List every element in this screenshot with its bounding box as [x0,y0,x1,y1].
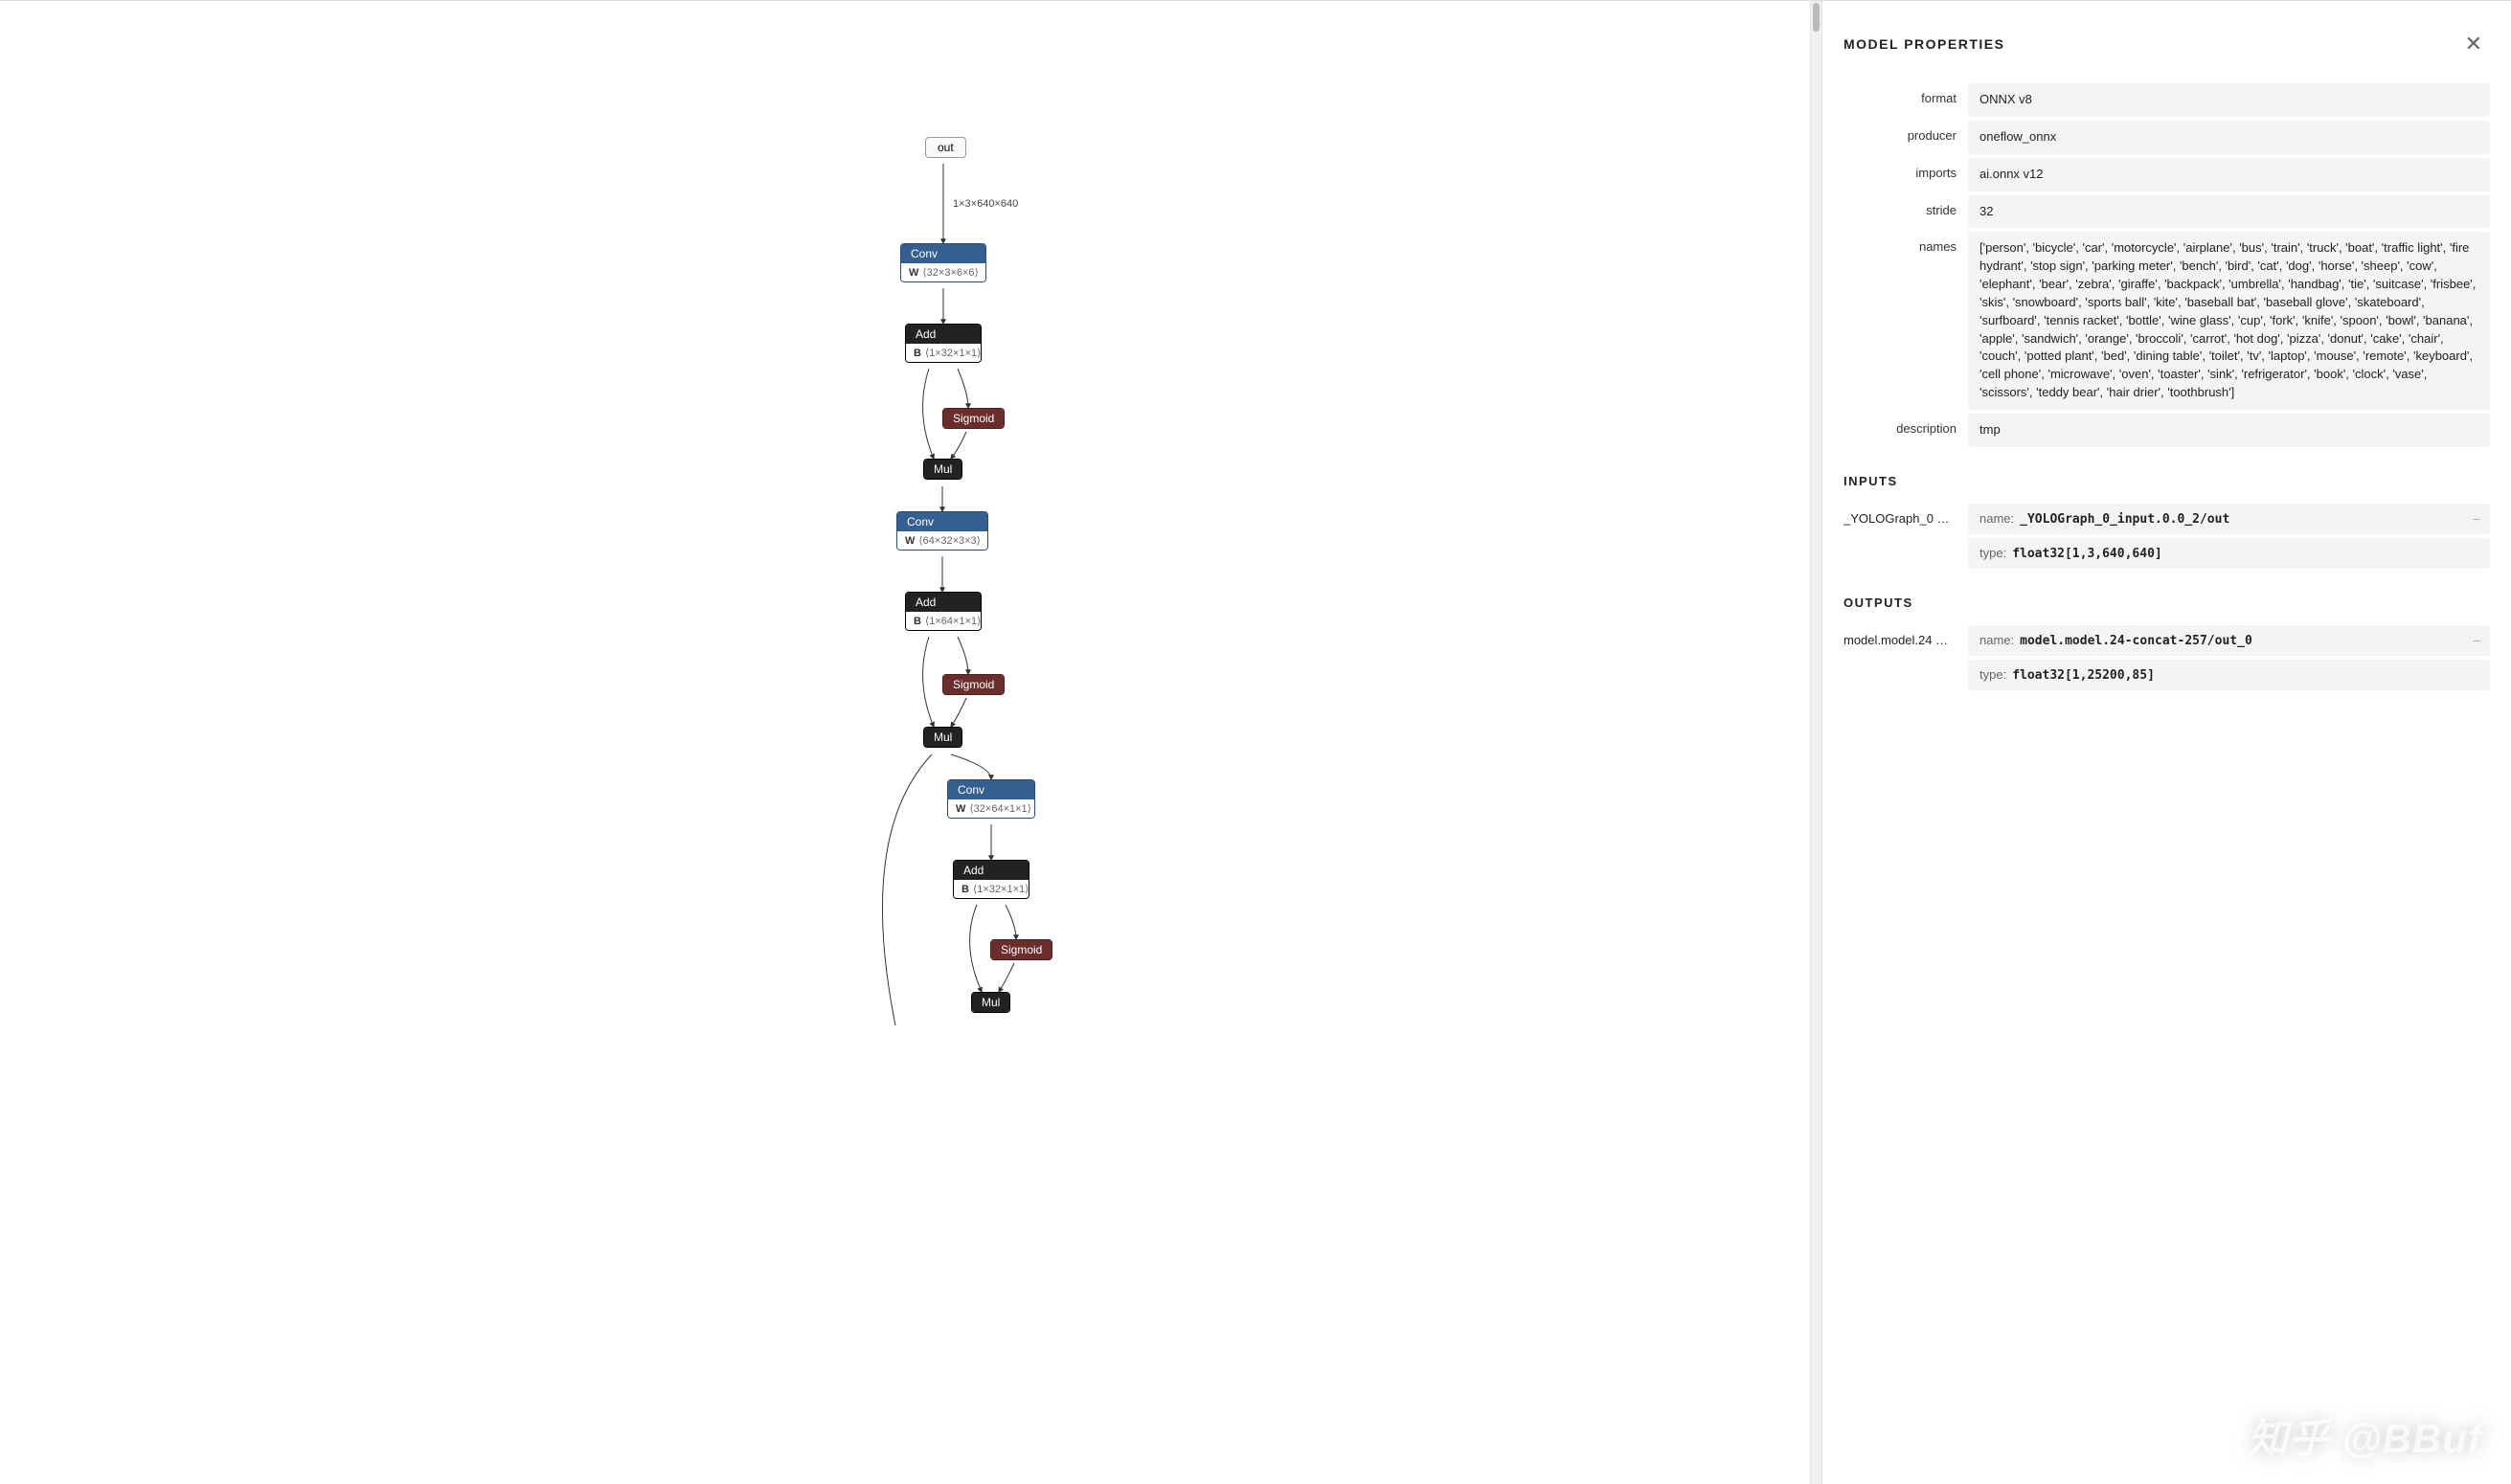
input-node-out[interactable]: out [925,137,966,158]
property-value: ['person', 'bicycle', 'car', 'motorcycle… [1968,232,2490,410]
property-row-format: format ONNX v8 [1844,83,2490,117]
property-label: stride [1844,195,1968,229]
input-type-row: type:float32[1,3,640,640] [1844,538,2490,569]
mul-node-1[interactable]: Mul [923,459,962,480]
property-row-names: names ['person', 'bicycle', 'car', 'moto… [1844,232,2490,410]
property-row-producer: producer oneflow_onnx [1844,121,2490,154]
collapse-icon[interactable]: − [2473,633,2480,648]
panel-header: MODEL PROPERTIES ✕ [1844,28,2490,60]
add-node-2[interactable]: Add B⟨1×64×1×1⟩ [905,592,982,631]
input-type-value: type:float32[1,3,640,640] [1968,538,2490,569]
property-value: ONNX v8 [1968,83,2490,117]
output-type-row: type:float32[1,25200,85] [1844,660,2490,690]
node-params: W⟨32×3×6×6⟩ [901,263,985,281]
node-title: Mul [924,728,961,747]
property-value: tmp [1968,414,2490,447]
panel-title: MODEL PROPERTIES [1844,36,2004,52]
output-type-value: type:float32[1,25200,85] [1968,660,2490,690]
node-title: Conv [897,512,987,531]
node-params: B⟨1×32×1×1⟩ [906,344,981,362]
sigmoid-node-2[interactable]: Sigmoid [942,674,1005,695]
collapse-icon[interactable]: − [2473,511,2480,527]
input-label: _YOLOGraph_0 … [1844,504,1968,534]
node-title: Add [906,325,981,344]
node-title: Sigmoid [943,675,1004,694]
node-title: Add [906,593,981,612]
sigmoid-node-1[interactable]: Sigmoid [942,408,1005,429]
node-params: W⟨64×32×3×3⟩ [897,531,987,550]
close-button[interactable]: ✕ [2457,28,2490,60]
property-label: imports [1844,158,1968,191]
sigmoid-node-3[interactable]: Sigmoid [990,939,1052,960]
node-title: Mul [924,460,961,479]
node-title: Conv [901,244,985,263]
properties-panel: MODEL PROPERTIES ✕ format ONNX v8 produc… [1821,1,2511,1484]
property-row-imports: imports ai.onnx v12 [1844,158,2490,191]
property-label: description [1844,414,1968,447]
node-params: B⟨1×32×1×1⟩ [954,880,1029,898]
input-name-value[interactable]: name:_YOLOGraph_0_input.0.0_2/out − [1968,504,2490,534]
node-title: Conv [948,780,1034,799]
out-node-label: out [938,141,954,154]
property-value: oneflow_onnx [1968,121,2490,154]
edge-tensor-shape: 1×3×640×640 [953,198,1018,210]
inputs-section-title: INPUTS [1844,474,2490,488]
property-value: 32 [1968,195,2490,229]
output-name-value[interactable]: name:model.model.24-concat-257/out_0 − [1968,625,2490,656]
conv-node-2[interactable]: Conv W⟨64×32×3×3⟩ [896,511,988,551]
property-value: ai.onnx v12 [1968,158,2490,191]
property-row-description: description tmp [1844,414,2490,447]
graph-canvas[interactable]: out 1×3×640×640 Conv W⟨32×3×6×6⟩ Add B⟨1… [0,1,1810,1484]
model-graph: out 1×3×640×640 Conv W⟨32×3×6×6⟩ Add B⟨1… [474,1,1336,1054]
node-title: Sigmoid [943,409,1004,428]
property-label: names [1844,232,1968,410]
property-label: format [1844,83,1968,117]
output-row: model.model.24 … name:model.model.24-con… [1844,625,2490,656]
add-node-1[interactable]: Add B⟨1×32×1×1⟩ [905,324,982,363]
property-label: producer [1844,121,1968,154]
conv-node-1[interactable]: Conv W⟨32×3×6×6⟩ [900,243,986,282]
property-row-stride: stride 32 [1844,195,2490,229]
output-label: model.model.24 … [1844,625,1968,656]
node-title: Mul [972,993,1009,1012]
close-icon: ✕ [2465,32,2482,56]
outputs-section-title: OUTPUTS [1844,596,2490,610]
canvas-scrollbar[interactable] [1810,1,1821,1484]
mul-node-3[interactable]: Mul [971,992,1010,1013]
add-node-3[interactable]: Add B⟨1×32×1×1⟩ [953,860,1029,899]
node-params: W⟨32×64×1×1⟩ [948,799,1034,818]
node-params: B⟨1×64×1×1⟩ [906,612,981,630]
mul-node-2[interactable]: Mul [923,727,962,748]
node-title: Sigmoid [991,940,1052,959]
node-title: Add [954,861,1029,880]
input-row: _YOLOGraph_0 … name:_YOLOGraph_0_input.0… [1844,504,2490,534]
conv-node-3[interactable]: Conv W⟨32×64×1×1⟩ [947,779,1035,819]
scrollbar-thumb[interactable] [1813,3,1820,32]
